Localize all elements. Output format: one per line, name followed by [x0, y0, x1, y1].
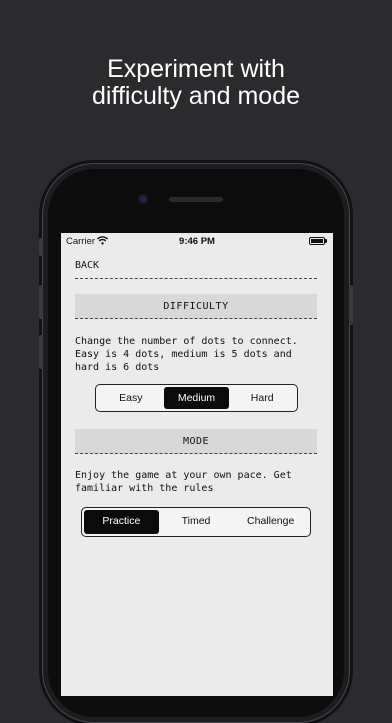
mute-switch	[39, 238, 43, 256]
mode-description-line: Enjoy the game at your own pace. Get	[75, 470, 292, 481]
earpiece-speaker	[169, 197, 223, 202]
mode-option-practice[interactable]: Practice	[84, 510, 159, 534]
difficulty-description-line: Easy is 4 dots, medium is 5 dots and	[75, 349, 292, 360]
mode-segmented-control: Practice Timed Challenge	[81, 507, 311, 537]
difficulty-description-line: hard is 6 dots	[75, 362, 160, 373]
difficulty-description-line: Change the number of dots to connect.	[75, 336, 298, 347]
headline-line-2: difficulty and mode	[92, 82, 300, 110]
difficulty-option-easy[interactable]: Easy	[98, 387, 164, 409]
status-time: 9:46 PM	[179, 236, 215, 247]
power-button	[349, 285, 353, 325]
front-camera	[139, 195, 147, 203]
difficulty-header: DIFFICULTY	[75, 294, 317, 319]
mode-option-challenge[interactable]: Challenge	[233, 510, 308, 534]
difficulty-option-medium[interactable]: Medium	[163, 387, 230, 409]
app-screen: Carrier 9:46 PM BACK DIFFICULTY Change t…	[61, 233, 333, 696]
headline-line-1: Experiment with	[107, 55, 285, 83]
mode-description: Enjoy the game at your own pace. Get fam…	[75, 469, 325, 495]
mode-option-timed[interactable]: Timed	[159, 510, 234, 534]
battery-icon	[309, 237, 327, 245]
mode-header: MODE	[75, 429, 317, 454]
back-button[interactable]: BACK	[75, 259, 317, 279]
volume-up-button	[39, 285, 43, 319]
promo-headline: Experiment with difficulty and mode	[0, 56, 392, 110]
difficulty-option-hard[interactable]: Hard	[229, 387, 295, 409]
difficulty-description: Change the number of dots to connect. Ea…	[75, 335, 325, 374]
status-bar: Carrier 9:46 PM	[61, 233, 333, 249]
difficulty-segmented-control: Easy Medium Hard	[95, 384, 298, 412]
mode-description-line: familiar with the rules	[75, 483, 214, 494]
volume-down-button	[39, 335, 43, 369]
